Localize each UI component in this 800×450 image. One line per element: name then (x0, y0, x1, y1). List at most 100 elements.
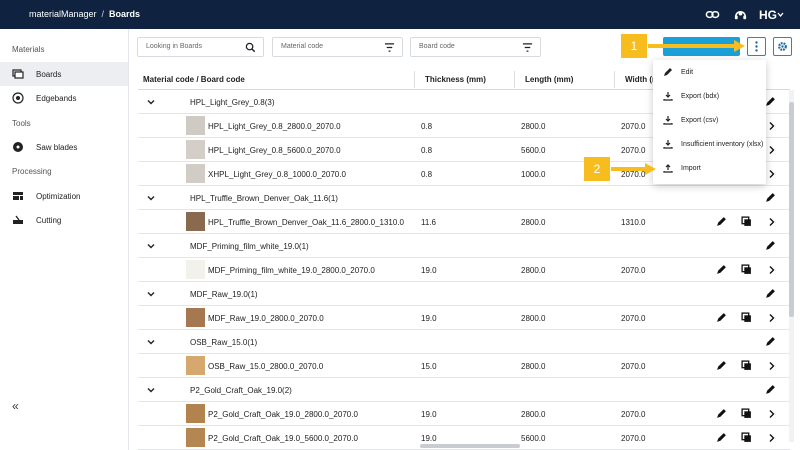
filter-icon[interactable] (522, 42, 533, 53)
sidebar-section-processing: Processing (12, 167, 52, 176)
chevron-right-icon[interactable] (765, 359, 778, 372)
svg-text:HG: HG (759, 8, 777, 22)
breadcrumb: materialManager / Boards (29, 9, 140, 19)
chevron-down-icon[interactable] (146, 337, 156, 347)
group-name: MDF_Priming_film_white_19.0(1) (190, 242, 309, 251)
horizontal-scrollbar[interactable] (138, 443, 788, 448)
menu-item-edit[interactable]: Edit (653, 60, 766, 84)
callout-badge-2: 2 (584, 157, 610, 181)
width-value: 2070.0 (621, 434, 646, 443)
board-thumbnail (186, 140, 205, 159)
column-header-code[interactable]: Material code / Board code (143, 75, 245, 84)
page-title: Boards (109, 9, 141, 19)
table-row[interactable]: P2_Gold_Craft_Oak_19.0_2800.0_2070.0 19.0… (138, 402, 790, 426)
edit-group-icon[interactable] (764, 239, 777, 252)
chevron-right-icon[interactable] (765, 167, 778, 180)
saw-blade-icon (12, 141, 24, 153)
vertical-scrollbar[interactable] (789, 90, 794, 442)
sidebar-item-boards[interactable]: Boards (0, 62, 128, 86)
download-icon (663, 91, 673, 101)
search-icon[interactable] (245, 42, 256, 53)
column-header-thickness[interactable]: Thickness (mm) (425, 75, 486, 84)
menu-item-import[interactable]: Import (653, 156, 766, 180)
chevron-down-icon[interactable] (146, 97, 156, 107)
sidebar-item-cutting[interactable]: Cutting (0, 208, 128, 232)
app-name[interactable]: materialManager (29, 9, 97, 19)
edit-icon[interactable] (715, 215, 728, 228)
collapse-sidebar-button[interactable]: « (12, 399, 19, 413)
scrollbar-thumb[interactable] (789, 102, 794, 317)
support-icon[interactable] (733, 7, 748, 22)
search-input[interactable]: Looking in Boards (137, 37, 264, 57)
table-row[interactable]: HPL_Truffle_Brown_Denver_Oak_11.6_2800.0… (138, 210, 790, 234)
sidebar-item-saw-blades[interactable]: Saw blades (0, 135, 128, 159)
column-divider (414, 71, 415, 88)
board-code-filter[interactable]: Board code (410, 37, 541, 57)
chevron-right-icon[interactable] (765, 263, 778, 276)
optimization-icon (12, 190, 24, 202)
board-code: OSB_Raw_15.0_2800.0_2070.0 (208, 362, 324, 371)
chevron-down-icon[interactable] (146, 289, 156, 299)
thickness-value: 15.0 (421, 362, 437, 371)
length-value: 5600.0 (521, 146, 546, 155)
sidebar-item-label: Cutting (36, 215, 62, 225)
edit-icon[interactable] (715, 407, 728, 420)
group-row[interactable]: MDF_Raw_19.0(1) (138, 282, 790, 306)
link-icon[interactable] (705, 7, 720, 22)
length-value: 1000.0 (521, 170, 546, 179)
group-row[interactable]: MDF_Priming_film_white_19.0(1) (138, 234, 790, 258)
menu-item-insufficient-inventory[interactable]: Insufficient inventory (xlsx) (653, 132, 766, 156)
edit-group-icon[interactable] (764, 287, 777, 300)
chevron-right-icon[interactable] (765, 119, 778, 132)
width-value: 2070.0 (621, 146, 646, 155)
chevron-down-icon[interactable] (146, 193, 156, 203)
edit-icon[interactable] (715, 311, 728, 324)
edit-icon[interactable] (715, 263, 728, 276)
table-row[interactable]: MDF_Priming_film_white_19.0_2800.0_2070.… (138, 258, 790, 282)
table-row[interactable]: MDF_Raw_19.0_2800.0_2070.0 19.0 2800.0 2070… (138, 306, 790, 330)
more-options-button[interactable] (747, 37, 766, 56)
sidebar-item-edgebands[interactable]: Edgebands (0, 86, 128, 110)
top-bar: materialManager / Boards HG (0, 0, 800, 29)
menu-item-label: Edit (681, 68, 694, 76)
scrollbar-thumb[interactable] (420, 444, 520, 448)
copy-icon[interactable] (740, 263, 753, 276)
menu-item-export-csv[interactable]: Export (csv) (653, 108, 766, 132)
edit-group-icon[interactable] (764, 335, 777, 348)
group-row[interactable]: HPL_Truffle_Brown_Denver_Oak_11.6(1) (138, 186, 790, 210)
copy-icon[interactable] (740, 359, 753, 372)
group-row[interactable]: OSB_Raw_15.0(1) (138, 330, 790, 354)
sidebar-item-optimization[interactable]: Optimization (0, 184, 128, 208)
chevron-right-icon[interactable] (765, 311, 778, 324)
copy-icon[interactable] (740, 407, 753, 420)
settings-button[interactable] (773, 37, 792, 56)
edit-group-icon[interactable] (764, 383, 777, 396)
material-code-filter[interactable]: Material code (272, 37, 403, 57)
board-code: HPL_Truffle_Brown_Denver_Oak_11.6_2800.0… (208, 218, 404, 227)
copy-icon[interactable] (740, 215, 753, 228)
length-value: 2800.0 (521, 410, 546, 419)
menu-item-export-bdx[interactable]: Export (bdx) (653, 84, 766, 108)
chevron-right-icon[interactable] (765, 407, 778, 420)
menu-item-label: Export (csv) (681, 116, 719, 124)
brand-logo-icon[interactable]: HG (758, 7, 784, 22)
chevron-down-icon[interactable] (146, 241, 156, 251)
edgebands-icon (12, 92, 24, 104)
thickness-value: 19.0 (421, 410, 437, 419)
filter-icon[interactable] (384, 42, 395, 53)
chevron-right-icon[interactable] (765, 215, 778, 228)
width-value: 2070.0 (621, 314, 646, 323)
table-row[interactable]: OSB_Raw_15.0_2800.0_2070.0 15.0 2800.0 2070… (138, 354, 790, 378)
edit-icon[interactable] (715, 359, 728, 372)
thickness-value: 0.8 (421, 122, 433, 131)
copy-icon[interactable] (740, 311, 753, 324)
board-code: P2_Gold_Craft_Oak_19.0_5600.0_2070.0 (208, 434, 358, 443)
edit-group-icon[interactable] (764, 191, 777, 204)
group-row[interactable]: P2_Gold_Craft_Oak_19.0(2) (138, 378, 790, 402)
column-header-length[interactable]: Length (mm) (525, 75, 573, 84)
chevron-down-icon[interactable] (146, 385, 156, 395)
thickness-value: 0.8 (421, 146, 433, 155)
material-code-placeholder: Material code (281, 43, 324, 50)
chevron-right-icon[interactable] (765, 143, 778, 156)
board-code-placeholder: Board code (419, 43, 455, 50)
